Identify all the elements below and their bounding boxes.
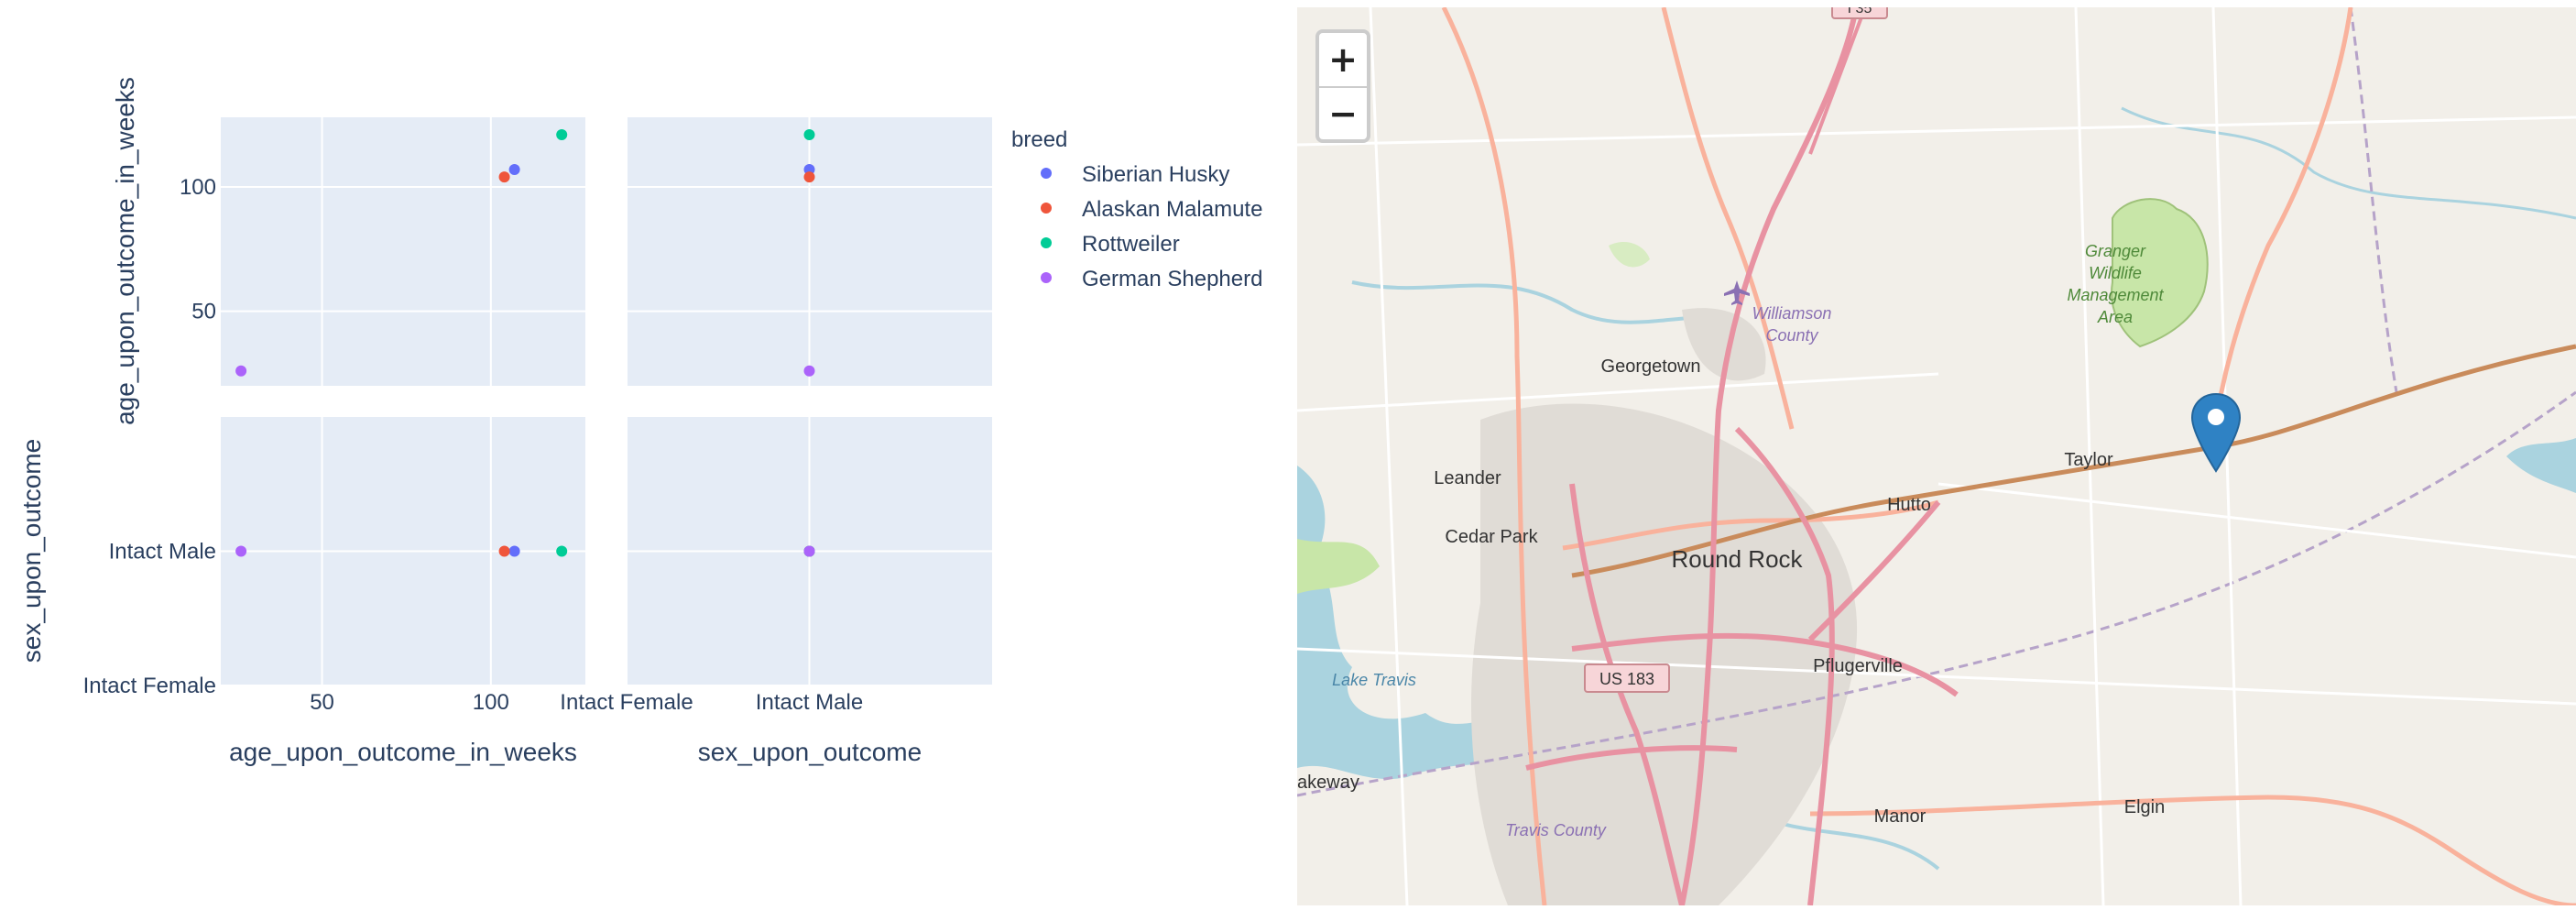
county-boundary xyxy=(2349,7,2398,393)
map-tiles: US 183 I 35 Georgetown Leander Cedar Par… xyxy=(1297,7,2576,905)
road-shield-us183: US 183 xyxy=(1584,663,1670,693)
data-point[interactable] xyxy=(508,163,520,175)
x-axis-title-age: age_upon_outcome_in_weeks xyxy=(229,738,577,766)
legend-swatch xyxy=(1041,272,1052,283)
y-axis-title-age: age_upon_outcome_in_weeks xyxy=(111,77,139,425)
place-label: Georgetown xyxy=(1601,356,1701,377)
place-label: Manor xyxy=(1874,806,1927,827)
legend-item[interactable]: Alaskan Malamute xyxy=(1041,197,1262,222)
svg-text:Travis County: Travis County xyxy=(1505,821,1607,839)
data-point[interactable] xyxy=(498,171,510,183)
svg-text:US 183: US 183 xyxy=(1599,670,1654,688)
svg-text:Williamson: Williamson xyxy=(1752,304,1832,323)
road-shield-i35: I 35 xyxy=(1831,7,1888,19)
zoom-in-button[interactable]: + xyxy=(1319,33,1367,86)
svg-text:County: County xyxy=(1765,326,1818,345)
place-label: Leander xyxy=(1434,468,1501,488)
svg-text:Area: Area xyxy=(2097,308,2133,326)
tick-label: Intact Male xyxy=(756,690,863,715)
legend-title: breed xyxy=(1011,127,1067,152)
water-body xyxy=(2506,438,2576,493)
tick-label: 100 xyxy=(473,690,509,715)
panel-age-vs-age xyxy=(221,117,585,386)
tick-label: Intact Female xyxy=(83,674,216,698)
tick-label: 50 xyxy=(191,300,216,324)
park-area xyxy=(1609,241,1650,268)
map-view[interactable]: US 183 I 35 Georgetown Leander Cedar Par… xyxy=(1297,7,2576,905)
tick-label: Intact Female xyxy=(560,690,693,715)
scatter-matrix-plot: 50 100 Intact Female Intact Male 50 100 Intact… xyxy=(0,0,1292,905)
legend-label: Siberian Husky xyxy=(1082,162,1229,187)
place-label: Cedar Park xyxy=(1445,527,1538,547)
zoom-out-button[interactable]: − xyxy=(1319,86,1367,139)
svg-text:I 35: I 35 xyxy=(1848,7,1872,16)
data-point[interactable] xyxy=(556,545,568,557)
legend-label: Rottweiler xyxy=(1082,232,1180,257)
x-axis-title-sex: sex_upon_outcome xyxy=(698,738,922,766)
tick-label: 100 xyxy=(180,175,216,200)
place-label: Elgin xyxy=(2124,797,2165,817)
data-point[interactable] xyxy=(508,545,520,557)
place-label: Pflugerville xyxy=(1813,656,1903,676)
tick-label: 50 xyxy=(310,690,334,715)
legend: breed Siberian Husky Alaskan Malamute Ro… xyxy=(1011,127,1262,291)
legend-swatch xyxy=(1041,203,1052,214)
park-area xyxy=(1297,539,1380,594)
legend-label: German Shepherd xyxy=(1082,267,1262,291)
data-point[interactable] xyxy=(235,365,247,377)
legend-item[interactable]: Siberian Husky xyxy=(1041,162,1229,187)
data-point[interactable] xyxy=(803,365,815,377)
legend-swatch xyxy=(1041,168,1052,179)
scatter-matrix-svg: 50 100 Intact Female Intact Male 50 100 Intact… xyxy=(17,77,1262,766)
legend-label: Alaskan Malamute xyxy=(1082,197,1262,222)
data-point[interactable] xyxy=(803,171,815,183)
place-label: Round Rock xyxy=(1671,545,1803,573)
place-label: Taylor xyxy=(2064,450,2113,470)
svg-text:Wildlife: Wildlife xyxy=(2089,264,2142,282)
place-label: Hutto xyxy=(1887,495,1931,515)
data-point[interactable] xyxy=(235,545,247,557)
water-label: Lake Travis xyxy=(1332,671,1416,689)
map-pin-icon[interactable] xyxy=(2190,392,2242,473)
legend-item[interactable]: German Shepherd xyxy=(1041,267,1262,291)
data-point[interactable] xyxy=(803,128,815,140)
data-point[interactable] xyxy=(498,545,510,557)
legend-item[interactable]: Rottweiler xyxy=(1041,232,1180,257)
data-point[interactable] xyxy=(803,545,815,557)
data-point[interactable] xyxy=(556,128,568,140)
zoom-control: + − xyxy=(1315,29,1370,143)
svg-text:Granger: Granger xyxy=(2085,242,2146,260)
y-axis-title-sex: sex_upon_outcome xyxy=(17,439,46,663)
river xyxy=(1351,280,1738,324)
svg-text:Management: Management xyxy=(2067,286,2164,304)
place-label: akeway xyxy=(1297,773,1359,793)
legend-swatch xyxy=(1041,237,1052,248)
tick-label: Intact Male xyxy=(109,540,216,565)
